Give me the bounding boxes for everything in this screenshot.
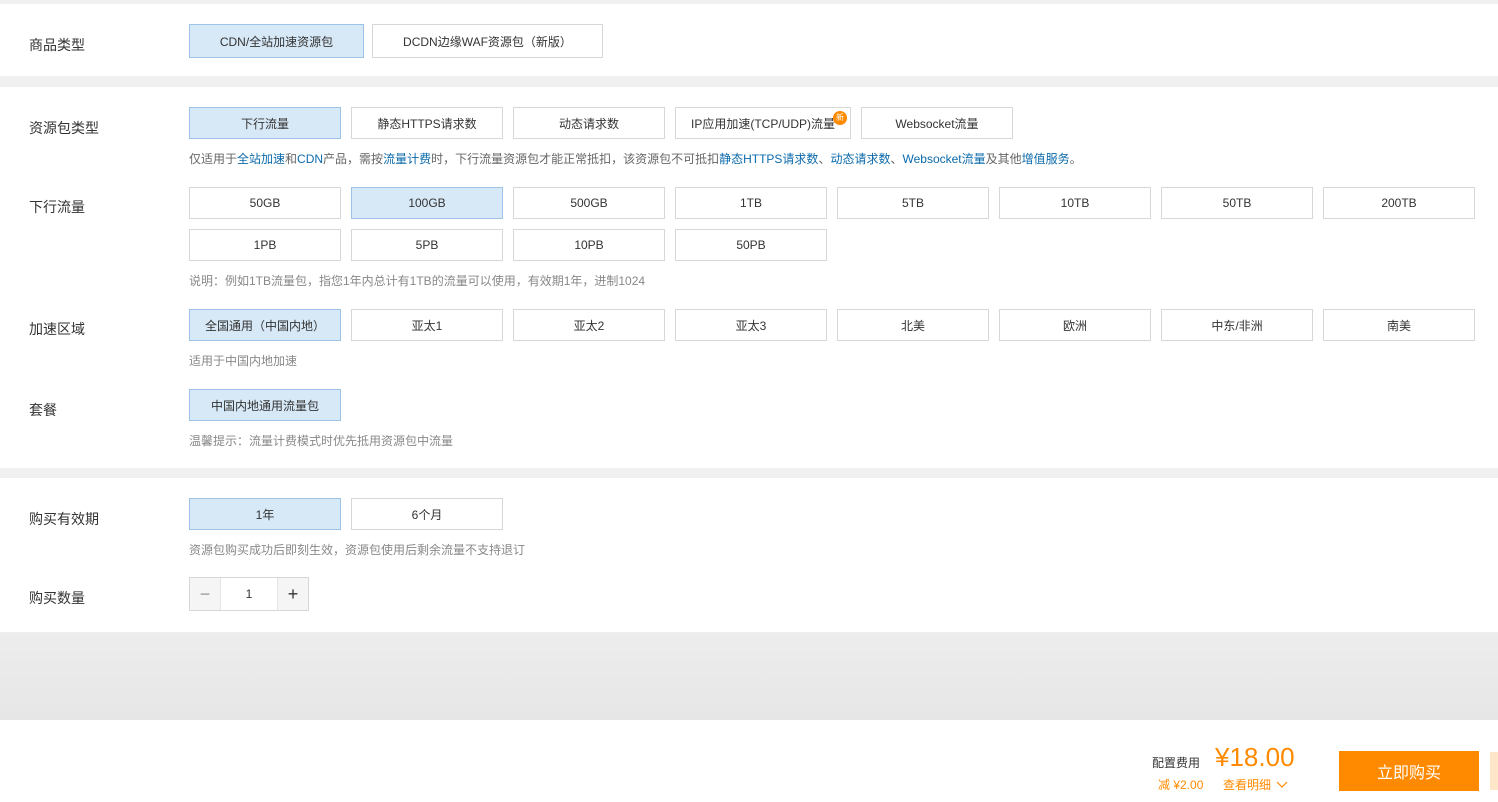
option-traffic-50pb[interactable]: 50PB xyxy=(675,229,827,261)
option-traffic-5pb[interactable]: 5PB xyxy=(351,229,503,261)
option-traffic-1tb[interactable]: 1TB xyxy=(675,187,827,219)
option-region-apac2[interactable]: 亚太2 xyxy=(513,309,665,341)
side-panel-edge xyxy=(1490,752,1498,790)
option-traffic-5tb[interactable]: 5TB xyxy=(837,187,989,219)
option-validity-1year[interactable]: 1年 xyxy=(189,498,341,530)
option-websocket-traffic[interactable]: Websocket流量 xyxy=(861,107,1013,139)
view-details-label: 查看明细 xyxy=(1223,778,1272,792)
option-traffic-10tb[interactable]: 10TB xyxy=(999,187,1151,219)
quantity-stepper: − 1 + xyxy=(189,577,309,611)
link-full-site-acceleration[interactable]: 全站加速 xyxy=(237,152,285,166)
option-ip-acceleration-traffic[interactable]: IP应用加速(TCP/UDP)流量 新 xyxy=(675,107,851,139)
note-text: 时，下行流量资源包才能正常抵扣，该资源包不可抵扣 xyxy=(431,152,720,166)
link-dynamic-requests[interactable]: 动态请求数 xyxy=(830,152,890,166)
link-cdn[interactable]: CDN xyxy=(297,152,323,166)
plus-button[interactable]: + xyxy=(278,578,308,610)
traffic-label: 下行流量 xyxy=(29,199,85,215)
package-config-section: 资源包类型 下行流量 静态HTTPS请求数 动态请求数 IP应用加速(TCP/U… xyxy=(0,87,1498,468)
new-badge: 新 xyxy=(833,111,847,125)
plan-note: 温馨提示：流量计费模式时优先抵用资源包中流量 xyxy=(189,434,454,448)
order-footer: 配置费用 ¥18.00 减 ¥2.00 查看明细 立即购买 xyxy=(0,720,1498,802)
option-region-apac3[interactable]: 亚太3 xyxy=(675,309,827,341)
option-validity-6months[interactable]: 6个月 xyxy=(351,498,503,530)
chevron-down-icon xyxy=(1276,781,1288,788)
validity-note: 资源包购买成功后即刻生效，资源包使用后剩余流量不支持退订 xyxy=(189,543,526,557)
option-dynamic-requests[interactable]: 动态请求数 xyxy=(513,107,665,139)
traffic-note: 说明：例如1TB流量包，指您1年内总计有1TB的流量可以使用，有效期1年，进制1… xyxy=(189,274,646,288)
note-text: 及其他 xyxy=(985,152,1022,166)
discount-text: 减 ¥2.00 xyxy=(1158,778,1204,792)
plan-label: 套餐 xyxy=(29,402,57,418)
validity-label: 购买有效期 xyxy=(29,511,99,527)
option-region-mainland[interactable]: 全国通用（中国内地） xyxy=(189,309,341,341)
option-region-middle-east-africa[interactable]: 中东/非洲 xyxy=(1161,309,1313,341)
note-text: 、 xyxy=(890,152,903,166)
option-traffic-1pb[interactable]: 1PB xyxy=(189,229,341,261)
option-region-north-america[interactable]: 北美 xyxy=(837,309,989,341)
package-type-label: 资源包类型 xyxy=(29,120,99,136)
cost-label: 配置费用 xyxy=(1152,756,1201,770)
buy-now-button[interactable]: 立即购买 xyxy=(1339,751,1479,791)
link-websocket[interactable]: Websocket流量 xyxy=(902,152,985,166)
link-traffic-billing[interactable]: 流量计费 xyxy=(383,152,431,166)
region-note: 适用于中国内地加速 xyxy=(189,354,298,368)
note-text: 。 xyxy=(1069,152,1082,166)
product-type-label: 商品类型 xyxy=(29,37,85,53)
view-details-link[interactable]: 查看明细 xyxy=(1223,776,1288,793)
note-text: 和 xyxy=(285,152,298,166)
link-static-https[interactable]: 静态HTTPS请求数 xyxy=(719,152,818,166)
option-traffic-10pb[interactable]: 10PB xyxy=(513,229,665,261)
package-type-note: 仅适用于全站加速和CDN产品，需按流量计费时，下行流量资源包才能正常抵扣，该资源… xyxy=(189,150,1082,167)
region-label: 加速区域 xyxy=(29,321,85,337)
note-text: 、 xyxy=(818,152,831,166)
option-traffic-200tb[interactable]: 200TB xyxy=(1323,187,1475,219)
option-traffic-50tb[interactable]: 50TB xyxy=(1161,187,1313,219)
spacer-area xyxy=(0,632,1498,720)
option-downstream-traffic[interactable]: 下行流量 xyxy=(189,107,341,139)
option-region-apac1[interactable]: 亚太1 xyxy=(351,309,503,341)
option-region-europe[interactable]: 欧洲 xyxy=(999,309,1151,341)
product-type-section: 商品类型 CDN/全站加速资源包 DCDN边缘WAF资源包（新版） xyxy=(0,4,1498,76)
purchase-section: 购买有效期 1年 6个月 资源包购买成功后即刻生效，资源包使用后剩余流量不支持退… xyxy=(0,478,1498,632)
option-region-south-america[interactable]: 南美 xyxy=(1323,309,1475,341)
option-dcdn-waf-package[interactable]: DCDN边缘WAF资源包（新版） xyxy=(372,24,603,58)
option-ip-acceleration-label: IP应用加速(TCP/UDP)流量 xyxy=(690,116,835,131)
option-traffic-100gb[interactable]: 100GB xyxy=(351,187,503,219)
total-price: ¥18.00 xyxy=(1215,742,1295,772)
option-cdn-package[interactable]: CDN/全站加速资源包 xyxy=(189,24,364,58)
quantity-input[interactable]: 1 xyxy=(220,578,278,610)
link-value-added-services[interactable]: 增值服务 xyxy=(1022,152,1070,166)
option-traffic-500gb[interactable]: 500GB xyxy=(513,187,665,219)
option-static-https-requests[interactable]: 静态HTTPS请求数 xyxy=(351,107,503,139)
quantity-label: 购买数量 xyxy=(29,590,85,606)
note-text: 仅适用于 xyxy=(189,152,238,166)
option-traffic-50gb[interactable]: 50GB xyxy=(189,187,341,219)
minus-button[interactable]: − xyxy=(190,578,220,610)
note-text: 产品，需按 xyxy=(323,152,384,166)
option-plan-mainland-traffic[interactable]: 中国内地通用流量包 xyxy=(189,389,341,421)
